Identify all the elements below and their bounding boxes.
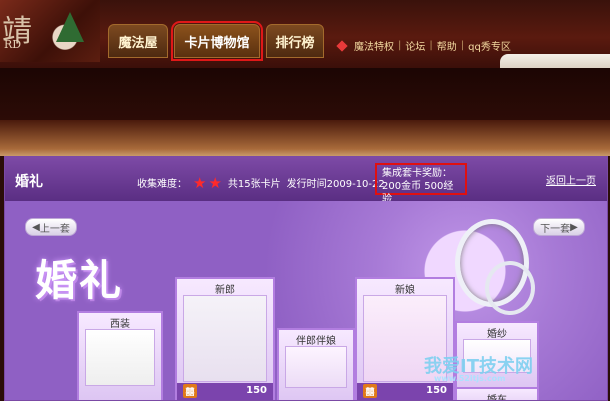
glow-band xyxy=(0,120,610,156)
card-name: 婚车 xyxy=(457,391,537,400)
link-forum[interactable]: 论坛 xyxy=(405,38,425,53)
card-count: 共15张卡片 xyxy=(227,179,281,190)
star-icon: ★ xyxy=(208,173,222,192)
tab-magic-house[interactable]: 魔法屋 xyxy=(108,24,168,58)
release-date: 发行时间2009-10-22 xyxy=(286,179,385,190)
link-qqshow[interactable]: qq秀专区 xyxy=(468,38,511,53)
ring-image xyxy=(485,261,535,315)
christmas-tree-icon xyxy=(56,12,84,42)
card-suit[interactable]: 西装 xyxy=(77,311,163,400)
logo-text: RD xyxy=(4,38,22,51)
header-links: 魔法特权 | 论坛 | 帮助 | qq秀专区 xyxy=(336,38,511,53)
set-meta: 收集难度： ★ ★ 共15张卡片 发行时间2009-10-22 xyxy=(137,175,385,190)
card-footer: 囍 150 xyxy=(177,383,273,400)
site-watermark: 我爱IT技术网 www.52itjs.com xyxy=(424,356,533,383)
difficulty-label: 收集难度： xyxy=(137,179,187,190)
panel-title: 婚礼 xyxy=(15,174,43,190)
card-name: 西装 xyxy=(110,319,130,330)
double-happiness-icon: 囍 xyxy=(363,384,377,398)
prev-set-button[interactable]: ◀ 上一套 xyxy=(25,218,77,236)
dark-band xyxy=(0,68,610,120)
link-magic-privilege[interactable]: 魔法特权 xyxy=(354,38,394,53)
card-image xyxy=(85,329,155,386)
card-wedding-car[interactable]: 婚车 xyxy=(455,387,539,400)
double-happiness-icon: 囍 xyxy=(183,384,197,398)
back-link[interactable]: 返回上一页 xyxy=(546,172,596,187)
card-footer: 囍 150 xyxy=(357,383,453,400)
panel-header: 婚礼 收集难度： ★ ★ 共15张卡片 发行时间2009-10-22 集成套卡奖… xyxy=(5,157,607,205)
card-image xyxy=(285,346,347,388)
card-name: 新娘 xyxy=(395,285,415,296)
card-name: 新郎 xyxy=(215,285,235,296)
card-name: 婚纱 xyxy=(487,329,507,340)
banner-title: 婚礼 xyxy=(35,256,124,305)
gem-icon xyxy=(336,39,348,52)
tab-card-museum[interactable]: 卡片博物馆 xyxy=(171,21,263,61)
next-set-button[interactable]: 下一套 ▶ xyxy=(533,218,585,236)
tab-ranking[interactable]: 排行榜 xyxy=(266,24,324,58)
card-points: 150 xyxy=(426,385,447,396)
snow-decoration xyxy=(500,54,610,68)
chevron-left-icon: ◀ xyxy=(32,221,40,233)
link-help[interactable]: 帮助 xyxy=(437,38,457,53)
top-header: 靖 RD 魔法屋 卡片博物馆 排行榜 魔法特权 | 论坛 | 帮助 | qq秀专… xyxy=(0,0,610,68)
card-groom[interactable]: 新郎 囍 150 xyxy=(175,277,275,400)
star-icon: ★ xyxy=(193,173,207,192)
card-best-man-bridesmaid[interactable]: 伴郎伴娘 xyxy=(277,328,355,400)
chevron-right-icon: ▶ xyxy=(570,221,578,233)
reward-box: 集成套卡奖励： 200金币 500经验 xyxy=(375,163,467,205)
card-name: 伴郎伴娘 xyxy=(296,336,336,347)
card-image xyxy=(183,295,267,382)
card-points: 150 xyxy=(246,385,267,396)
site-logo[interactable]: 靖 RD xyxy=(0,0,100,62)
reward-label: 集成套卡奖励： xyxy=(382,168,452,179)
